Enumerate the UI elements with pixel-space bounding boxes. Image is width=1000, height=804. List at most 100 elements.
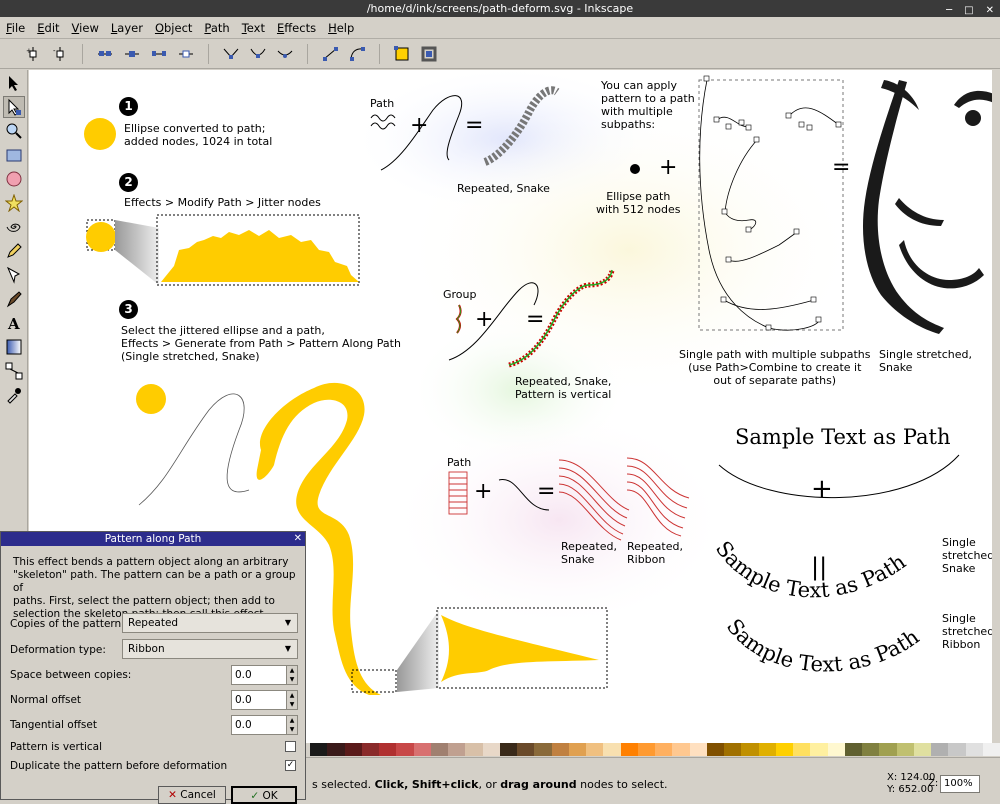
palette-swatch[interactable] (896, 743, 914, 756)
calligraphy-icon[interactable] (3, 288, 25, 310)
delete-node-icon[interactable]: - (51, 45, 69, 63)
palette-swatch[interactable] (344, 743, 362, 756)
smooth-node-icon[interactable] (249, 45, 267, 63)
object-to-path-icon[interactable] (393, 45, 411, 63)
palette-swatch[interactable] (568, 743, 586, 756)
palette-swatch[interactable] (361, 743, 379, 756)
palette-swatch[interactable] (499, 743, 517, 756)
palette-swatch[interactable] (517, 743, 535, 756)
palette-swatch[interactable] (948, 743, 966, 756)
palette-swatch[interactable] (413, 743, 431, 756)
palette-swatch[interactable] (741, 743, 759, 756)
palette-swatch[interactable] (689, 743, 707, 756)
text-icon[interactable]: A (3, 312, 25, 334)
palette-swatch[interactable] (724, 743, 742, 756)
spinner-arrows-icon[interactable]: ▲ ▼ (286, 666, 297, 684)
connector-icon[interactable] (3, 360, 25, 382)
spiral-icon[interactable] (3, 216, 25, 238)
symmetric-node-icon[interactable] (276, 45, 294, 63)
dialog-titlebar[interactable]: Pattern along Path ✕ (1, 532, 305, 546)
palette-swatch[interactable] (482, 743, 500, 756)
ellipse-pattern[interactable] (136, 384, 166, 414)
selector-icon[interactable] (3, 72, 25, 94)
cusp-node-icon[interactable] (222, 45, 240, 63)
palette-swatch[interactable] (620, 743, 638, 756)
normal-offset-input[interactable]: 0.0 ▲ ▼ (231, 690, 298, 710)
star-icon[interactable] (3, 192, 25, 214)
menu-edit[interactable]: Edit (37, 21, 59, 35)
add-node-icon[interactable]: + (24, 45, 42, 63)
palette-swatch[interactable] (637, 743, 655, 756)
copies-select[interactable]: Repeated ▼ (122, 613, 298, 633)
palette-swatch[interactable] (879, 743, 897, 756)
break-path-icon[interactable] (123, 45, 141, 63)
palette-swatch[interactable] (844, 743, 862, 756)
palette-swatch[interactable] (862, 743, 880, 756)
palette-swatch[interactable] (827, 743, 845, 756)
palette-swatch[interactable] (603, 743, 621, 756)
palette-swatch[interactable] (465, 743, 483, 756)
vertical-scrollbar[interactable] (992, 70, 1000, 743)
jitter-zoom[interactable] (161, 230, 359, 282)
palette-swatch[interactable] (655, 743, 673, 756)
menu-text[interactable]: Text (242, 21, 265, 35)
palette-swatch[interactable] (327, 743, 345, 756)
palette-swatch[interactable] (310, 743, 328, 756)
palette-swatch[interactable] (430, 743, 448, 756)
menu-effects[interactable]: Effects (277, 21, 316, 35)
tangential-offset-input[interactable]: 0.0 ▲ ▼ (231, 715, 298, 735)
palette-swatch[interactable] (448, 743, 466, 756)
menu-view[interactable]: View (72, 21, 99, 35)
palette-swatch[interactable] (965, 743, 983, 756)
dropper-icon[interactable] (3, 384, 25, 406)
duplicate-pattern-checkbox[interactable]: ✓ (285, 760, 296, 771)
palette-swatch[interactable] (551, 743, 569, 756)
yellow-ellipse[interactable] (84, 118, 116, 150)
palette-swatch[interactable] (982, 743, 1000, 756)
palette-swatch[interactable] (396, 743, 414, 756)
pen-icon[interactable] (3, 264, 25, 286)
menu-file[interactable]: File (6, 21, 25, 35)
menu-help[interactable]: Help (328, 21, 354, 35)
palette-swatch[interactable] (586, 743, 604, 756)
zoom-field[interactable]: 100% (940, 775, 980, 793)
step-1-number: 1 (119, 97, 138, 116)
jittered-ellipse-small[interactable] (86, 222, 116, 252)
cancel-button[interactable]: ✕ Cancel (158, 786, 226, 804)
space-input[interactable]: 0.0 ▲ ▼ (231, 665, 298, 685)
pattern-vertical-checkbox[interactable] (285, 741, 296, 752)
palette-swatch[interactable] (913, 743, 931, 756)
node-editor-icon[interactable] (3, 96, 25, 118)
palette-swatch[interactable] (706, 743, 724, 756)
palette-swatch[interactable] (775, 743, 793, 756)
palette-swatch[interactable] (810, 743, 828, 756)
palette-swatch[interactable] (793, 743, 811, 756)
rectangle-icon[interactable] (3, 144, 25, 166)
palette-swatch[interactable] (931, 743, 949, 756)
palette-swatch[interactable] (758, 743, 776, 756)
ellipse-icon[interactable] (3, 168, 25, 190)
menu-path[interactable]: Path (204, 21, 229, 35)
svg-text:=: = (537, 479, 555, 504)
palette-swatch[interactable] (379, 743, 397, 756)
palette-swatch[interactable] (534, 743, 552, 756)
spinner-arrows-icon[interactable]: ▲ ▼ (286, 716, 297, 734)
dialog-close-icon[interactable]: ✕ (294, 532, 302, 546)
spinner-arrows-icon[interactable]: ▲ ▼ (286, 691, 297, 709)
line-segment-icon[interactable] (321, 45, 339, 63)
palette-swatch[interactable] (672, 743, 690, 756)
color-palette[interactable] (310, 743, 1000, 756)
deformation-select[interactable]: Ribbon ▼ (122, 639, 298, 659)
stroke-to-path-icon[interactable] (420, 45, 438, 63)
svg-text:+: + (475, 307, 493, 332)
gradient-icon[interactable] (3, 336, 25, 358)
join-segment-icon[interactable] (150, 45, 168, 63)
join-nodes-icon[interactable] (96, 45, 114, 63)
curve-segment-icon[interactable] (348, 45, 366, 63)
ok-button[interactable]: ✓ OK (231, 786, 297, 804)
zoom-icon[interactable] (3, 120, 25, 142)
menu-layer[interactable]: Layer (111, 21, 143, 35)
delete-segment-icon[interactable] (177, 45, 195, 63)
menu-object[interactable]: Object (155, 21, 192, 35)
pencil-icon[interactable] (3, 240, 25, 262)
